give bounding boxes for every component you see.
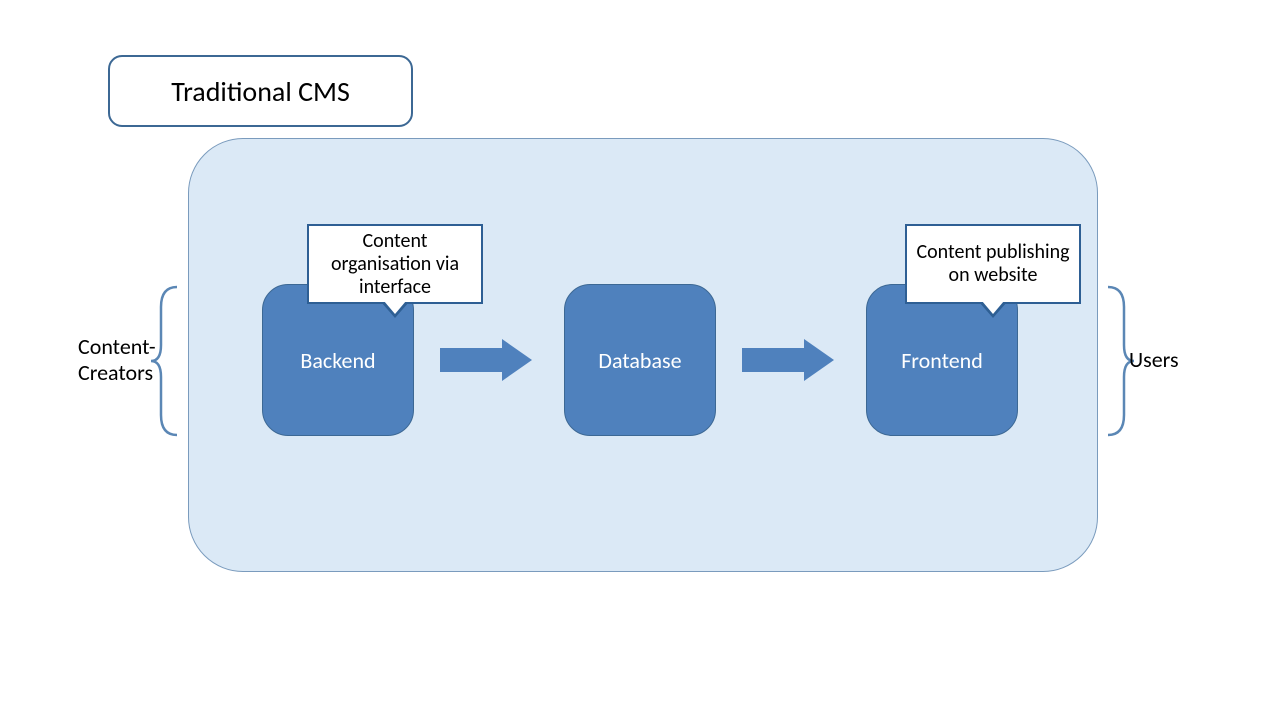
database-node: Database [564, 284, 716, 436]
database-node-label: Database [598, 347, 681, 374]
left-bracket-icon [149, 285, 179, 437]
arrow-database-to-frontend-icon [742, 339, 836, 381]
backend-callout: Content organisation via interface [307, 224, 483, 304]
diagram-title-box: Traditional CMS [108, 55, 413, 127]
frontend-callout-text: Content publishing on website [911, 241, 1075, 287]
users-label: Users [1129, 347, 1179, 373]
content-creators-label: Content- Creators [78, 334, 156, 387]
frontend-node-label: Frontend [901, 347, 983, 374]
arrow-backend-to-database-icon [440, 339, 534, 381]
diagram-title: Traditional CMS [171, 74, 350, 109]
backend-node-label: Backend [300, 347, 375, 374]
diagram-stage: Traditional CMS Content- Creators Backen… [0, 0, 1280, 720]
frontend-callout: Content publishing on website [905, 224, 1081, 304]
backend-callout-text: Content organisation via interface [313, 230, 477, 299]
